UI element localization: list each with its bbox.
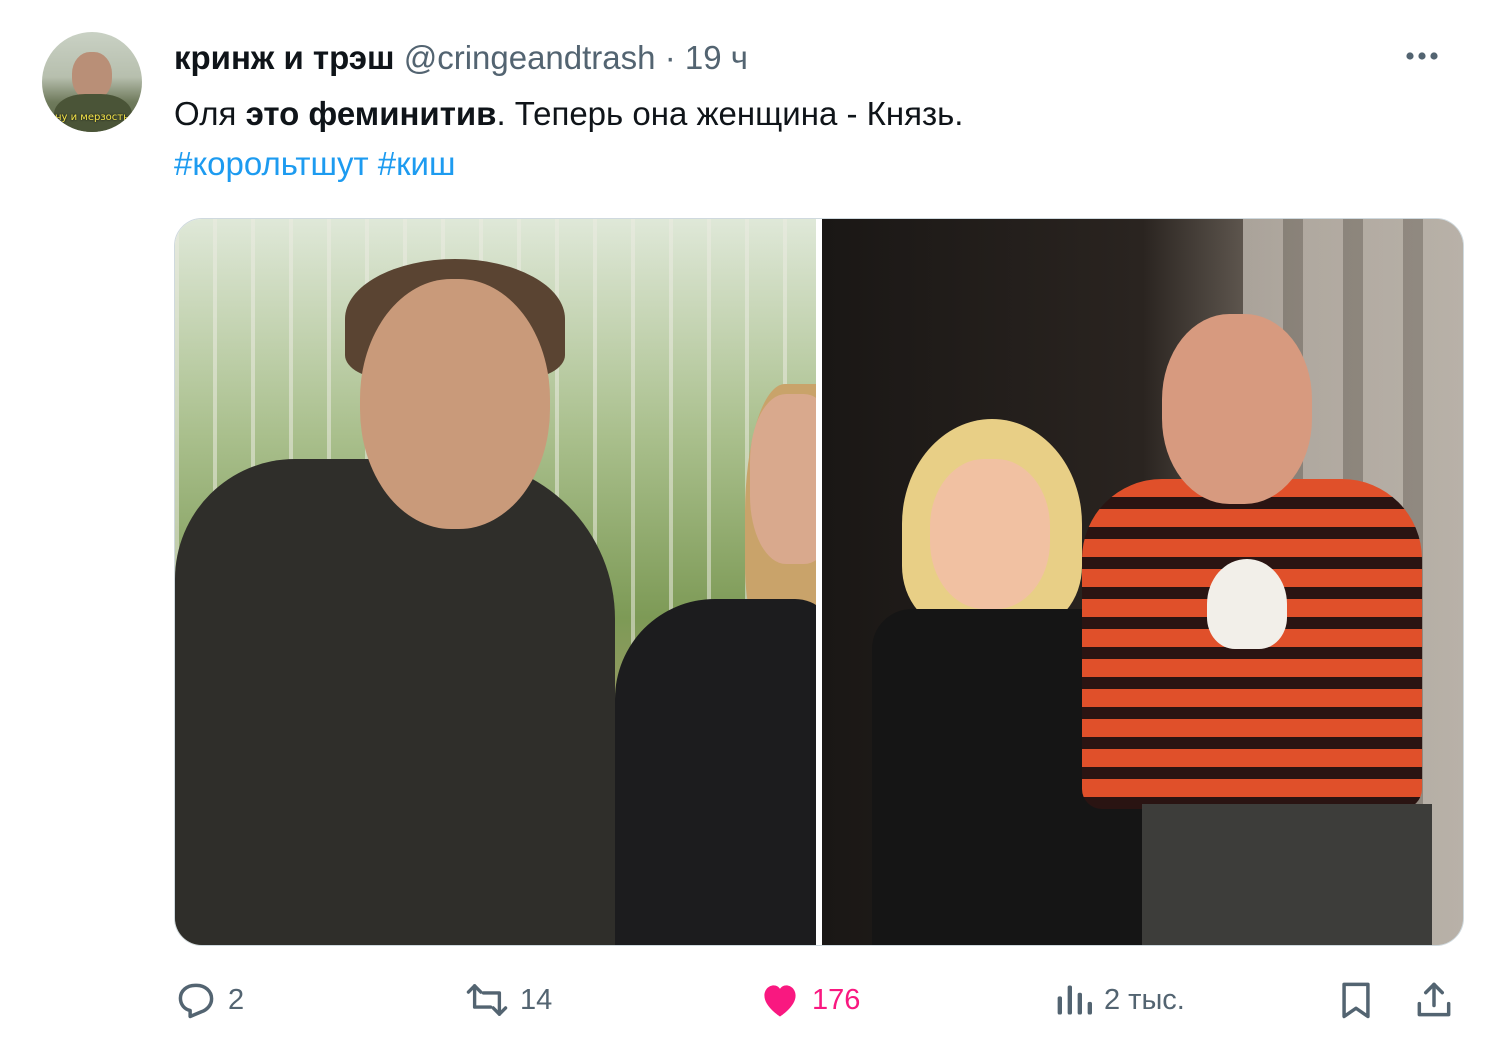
reply-icon bbox=[174, 978, 218, 1022]
photo-figure bbox=[615, 599, 816, 945]
photo-figure bbox=[1142, 804, 1432, 945]
user-handle[interactable]: @cringeandtrash bbox=[404, 39, 656, 76]
share-icon bbox=[1412, 978, 1456, 1022]
reply-button[interactable]: 2 bbox=[174, 972, 244, 1028]
more-icon[interactable] bbox=[1402, 44, 1442, 68]
tweet-text-start: Оля bbox=[174, 95, 246, 132]
avatar[interactable]: ну и мерзость bbox=[42, 32, 142, 132]
photo-left[interactable] bbox=[175, 219, 816, 945]
views-count: 2 тыс. bbox=[1104, 983, 1185, 1016]
avatar-face bbox=[72, 52, 112, 100]
tweet-header: кринж и трэш @cringeandtrash · 19 ч bbox=[174, 36, 748, 80]
separator-dot: · bbox=[664, 39, 676, 76]
hashtag-link[interactable]: #корольтшут bbox=[174, 145, 369, 182]
photo-figure bbox=[360, 279, 550, 529]
bookmark-button[interactable] bbox=[1334, 972, 1378, 1028]
hashtag-link[interactable]: #киш bbox=[378, 145, 456, 182]
action-bar: 2 14 176 2 тыс. bbox=[174, 972, 1462, 1028]
avatar-caption: ну и мерзость bbox=[54, 112, 129, 123]
photo-figure bbox=[750, 394, 816, 564]
views-icon bbox=[1054, 978, 1094, 1022]
photo-skull-print bbox=[1207, 559, 1287, 649]
retweet-button[interactable]: 14 bbox=[464, 972, 552, 1028]
tweet-text: Оля это феминитив. Теперь она женщина - … bbox=[174, 92, 963, 136]
views-button[interactable]: 2 тыс. bbox=[1054, 972, 1185, 1028]
share-button[interactable] bbox=[1412, 972, 1456, 1028]
photo-figure bbox=[1162, 314, 1312, 504]
like-count: 176 bbox=[812, 983, 861, 1016]
photo-right[interactable] bbox=[822, 219, 1463, 945]
like-button[interactable]: 176 bbox=[758, 972, 860, 1028]
media-grid bbox=[174, 218, 1464, 946]
timestamp[interactable]: 19 ч bbox=[685, 39, 748, 76]
retweet-count: 14 bbox=[520, 983, 553, 1016]
photo-figure bbox=[930, 459, 1050, 609]
tweet-text-bold: это феминитив bbox=[245, 95, 497, 132]
hashtags: #корольтшут #киш bbox=[174, 142, 455, 186]
bookmark-icon bbox=[1334, 978, 1378, 1022]
photo-figure bbox=[175, 459, 615, 945]
tweet[interactable]: ну и мерзость кринж и трэш @cringeandtra… bbox=[0, 0, 1500, 1053]
display-name[interactable]: кринж и трэш bbox=[174, 39, 395, 76]
reply-count: 2 bbox=[228, 983, 245, 1016]
retweet-icon bbox=[464, 978, 510, 1022]
heart-icon bbox=[758, 978, 802, 1022]
tweet-text-end: . Теперь она женщина - Князь. bbox=[496, 95, 964, 132]
